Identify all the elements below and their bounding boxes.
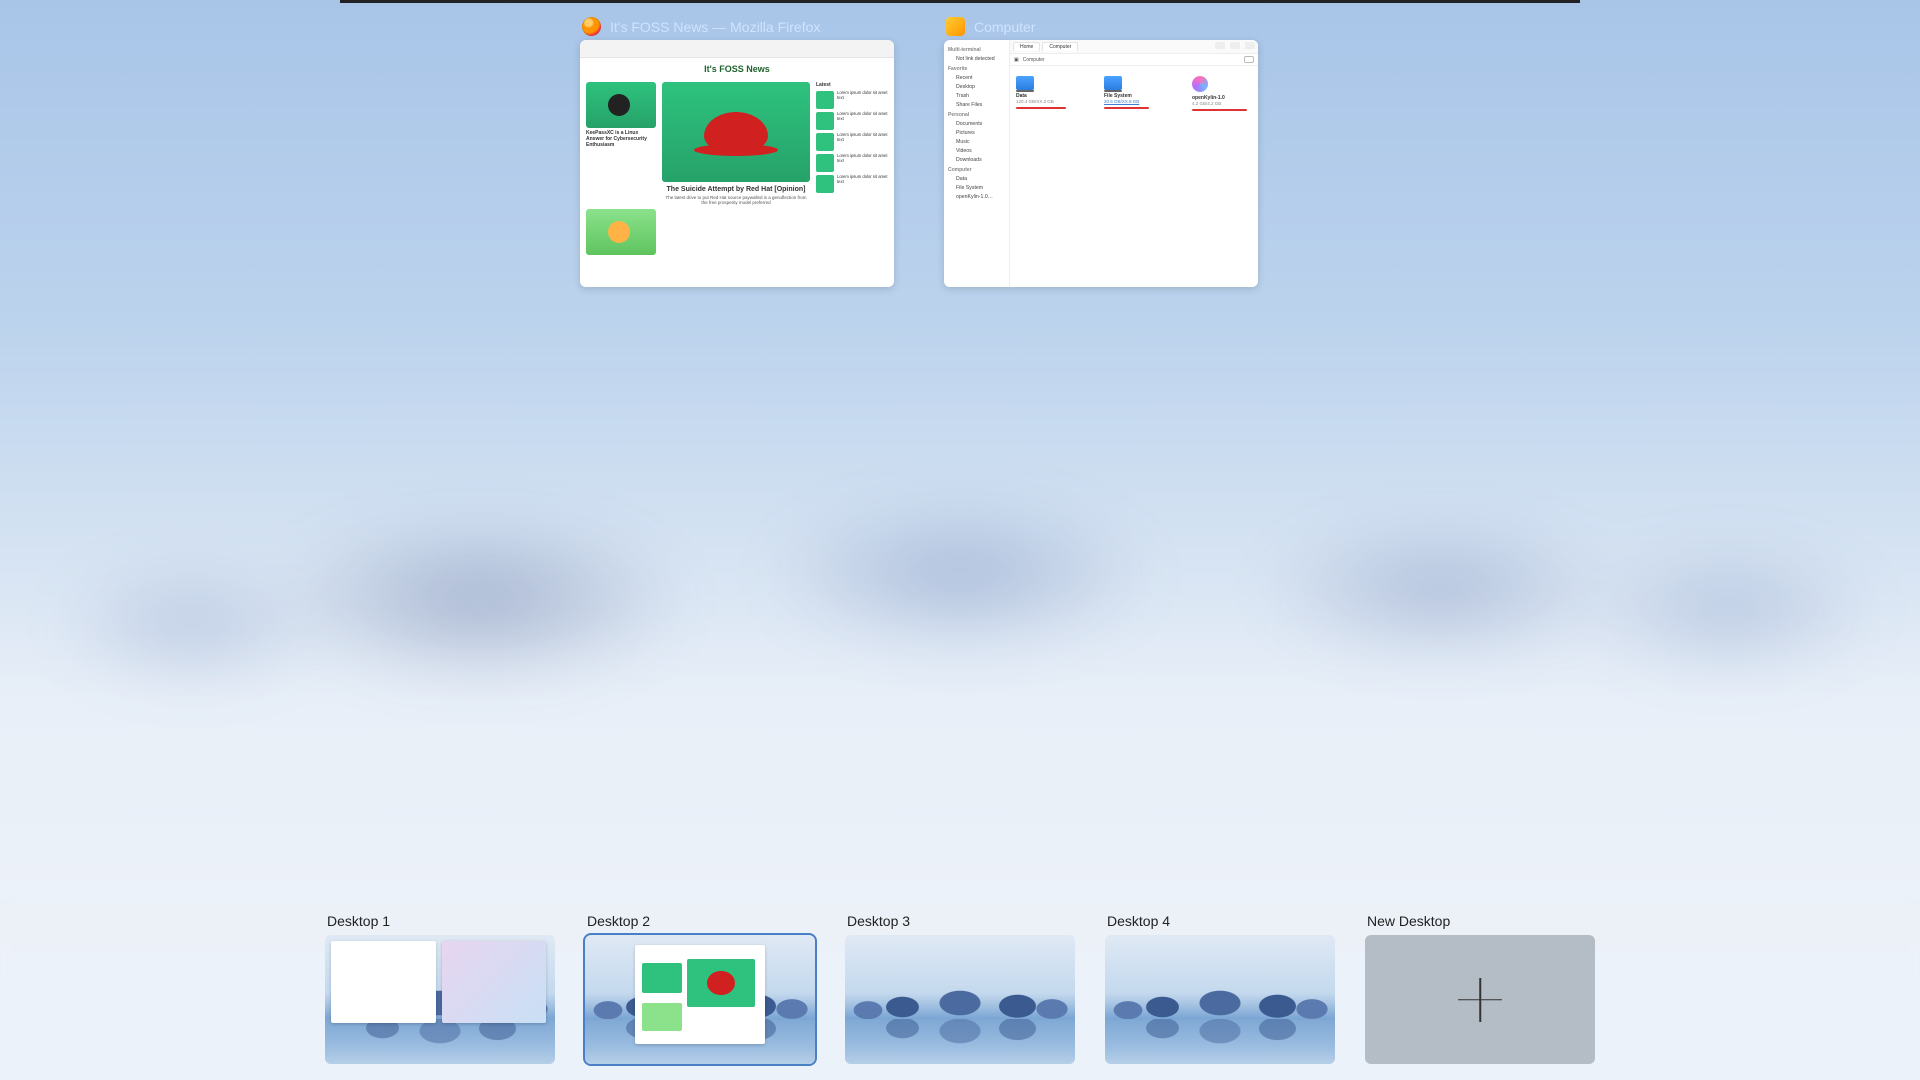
fm-sidebar: Multi-terminal Not link detected Favorit… — [944, 40, 1010, 287]
hdd-icon — [1104, 76, 1122, 90]
hdd-icon — [1016, 76, 1034, 90]
window-title-row: It's FOSS News — Mozilla Firefox — [580, 14, 894, 40]
drive-item: Data 120.4 GB/XX.3 GB — [1016, 76, 1076, 109]
hero-sub: The latest drive to put Red Hat source p… — [662, 195, 810, 205]
article-thumb — [586, 209, 656, 255]
desktop-thumb[interactable] — [1105, 935, 1335, 1064]
fm-breadcrumb: ▣Computer — [1010, 54, 1258, 66]
latest-label: Latest — [816, 82, 888, 88]
article-thumb — [586, 82, 656, 128]
hero-headline: The Suicide Attempt by Red Hat [Opinion] — [662, 186, 810, 193]
plus-icon — [1458, 978, 1502, 1022]
desktop-label: Desktop 2 — [585, 913, 815, 929]
desktop-label: Desktop 4 — [1105, 913, 1335, 929]
desktop-2[interactable]: Desktop 2 — [585, 913, 815, 1064]
top-strip — [340, 0, 1580, 3]
desktops-bar: Desktop 1 Desktop 2 Desktop 3 — [0, 899, 1920, 1080]
fm-content: Data 120.4 GB/XX.3 GB File System 20.5 G… — [1010, 66, 1258, 287]
hero-image — [662, 82, 810, 182]
site-title: It's FOSS News — [586, 64, 888, 74]
open-windows-row: It's FOSS News — Mozilla Firefox It's FO… — [580, 14, 1258, 287]
desktop-4[interactable]: Desktop 4 — [1105, 913, 1335, 1064]
desktop-3[interactable]: Desktop 3 — [845, 913, 1075, 1064]
filemanager-icon — [946, 17, 965, 36]
window-thumbnail-firefox[interactable]: It's FOSS News KeePassXC is a Linux Answ… — [580, 40, 894, 287]
new-desktop-button[interactable] — [1365, 935, 1595, 1064]
desktop-1[interactable]: Desktop 1 — [325, 913, 555, 1064]
drive-item: openKylin-1.0 4.2 GB/4.2 GB — [1192, 76, 1252, 111]
window-thumbnail-filemanager[interactable]: Multi-terminal Not link detected Favorit… — [944, 40, 1258, 287]
firefox-icon — [582, 17, 601, 36]
desktop-thumb[interactable] — [325, 935, 555, 1064]
dvd-icon — [1192, 76, 1208, 92]
desktop-thumb[interactable] — [845, 935, 1075, 1064]
desktop-label: Desktop 3 — [845, 913, 1075, 929]
new-desktop-label: New Desktop — [1365, 913, 1595, 929]
window-firefox[interactable]: It's FOSS News — Mozilla Firefox It's FO… — [580, 14, 894, 287]
window-controls — [1215, 42, 1255, 50]
window-title: Computer — [974, 19, 1035, 35]
window-title-row: Computer — [944, 14, 1258, 40]
window-title: It's FOSS News — Mozilla Firefox — [610, 19, 820, 35]
new-desktop[interactable]: New Desktop — [1365, 913, 1595, 1064]
desktop-thumb[interactable] — [585, 935, 815, 1064]
drive-item: File System 20.5 GB/XX.8 GB — [1104, 76, 1164, 109]
article-headline: KeePassXC is a Linux Answer for Cybersec… — [586, 131, 656, 148]
search-icon — [1244, 56, 1254, 63]
desktop-label: Desktop 1 — [325, 913, 555, 929]
redhat-icon — [704, 112, 768, 152]
window-filemanager[interactable]: Computer Multi-terminal Not link detecte… — [944, 14, 1258, 287]
browser-chrome — [580, 40, 894, 58]
